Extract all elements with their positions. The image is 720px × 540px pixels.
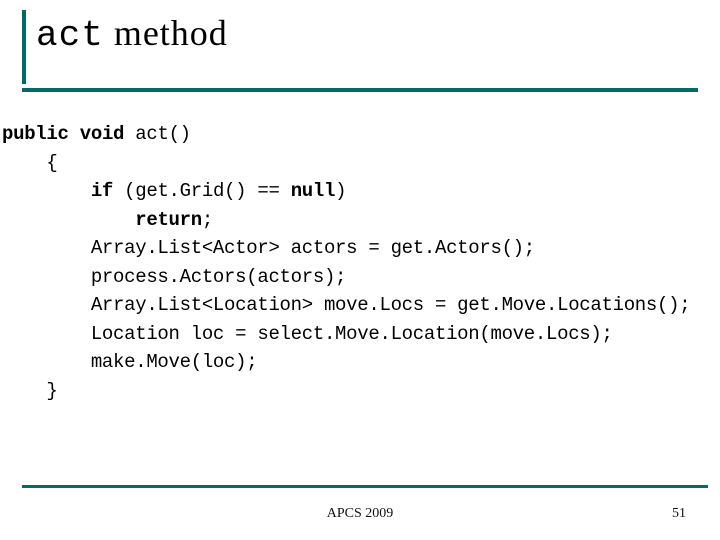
title-rest: method — [104, 13, 228, 53]
title-underline — [22, 88, 698, 92]
code-keyword: public — [2, 123, 69, 145]
slide-title: act method — [36, 14, 698, 56]
code-block: public void act() { if (get.Grid() == nu… — [2, 120, 698, 405]
code-keyword: if — [91, 180, 113, 202]
slide: act method public void act() { if (get.G… — [0, 0, 720, 540]
page-number: 51 — [672, 506, 686, 522]
code-keyword: null — [291, 180, 335, 202]
title-code-word: act — [36, 15, 104, 56]
code-keyword: return — [135, 209, 202, 231]
footer-text: APCS 2009 — [0, 506, 720, 522]
code-keyword: void — [80, 123, 124, 145]
title-container: act method — [22, 10, 698, 84]
footer-divider — [22, 485, 708, 488]
